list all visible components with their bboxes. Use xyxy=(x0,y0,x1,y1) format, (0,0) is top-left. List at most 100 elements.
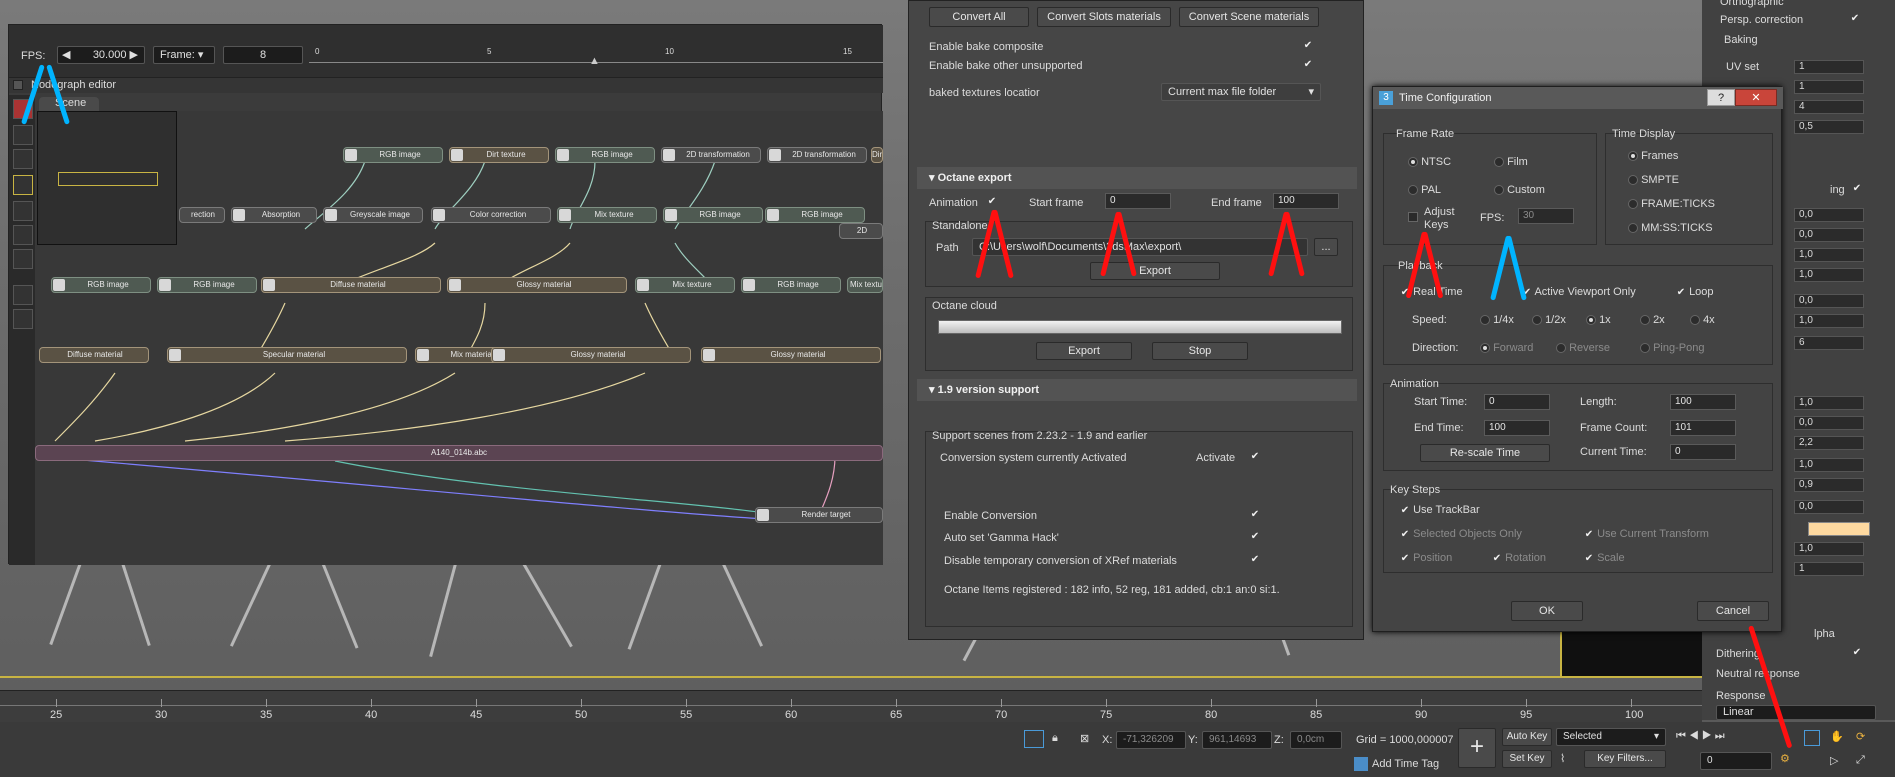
key-filters-button[interactable]: Key Filters... xyxy=(1584,750,1666,768)
abc-node[interactable]: A140_014b.abc xyxy=(35,445,883,461)
x-coord-input[interactable]: -71,326209 xyxy=(1116,731,1186,749)
playback-controls[interactable]: ⏮ ◀ ▶ ⏭ xyxy=(1676,730,1725,743)
sel-objects-checkbox[interactable]: ✔ Selected Objects Only xyxy=(1400,528,1522,540)
node[interactable]: RGB image xyxy=(741,277,841,293)
loop-checkbox[interactable]: ✔ Loop xyxy=(1676,286,1714,298)
value-spinner[interactable]: 1 xyxy=(1794,80,1864,94)
panel-checkbox[interactable]: ✔ xyxy=(1852,184,1862,194)
speed-radio[interactable]: 1/4x xyxy=(1480,314,1514,326)
bake-other-checkbox[interactable]: ✔ xyxy=(1303,60,1313,70)
dithering-checkbox[interactable]: ✔ xyxy=(1852,648,1862,658)
z-coord-input[interactable]: 0,0cm xyxy=(1290,731,1342,749)
key-mode-icon[interactable]: ⌇ xyxy=(1560,752,1565,765)
value-spinner[interactable]: 1,0 xyxy=(1794,396,1864,410)
rotation-checkbox[interactable]: ✔ Rotation xyxy=(1492,552,1546,564)
node[interactable]: RGB image xyxy=(663,207,763,223)
maximize-icon[interactable]: ⤢ xyxy=(1856,754,1865,767)
node[interactable]: RGB image xyxy=(157,277,257,293)
end-frame-spinner[interactable]: 100 xyxy=(1273,193,1339,209)
node[interactable]: Color correction xyxy=(431,207,551,223)
end-time-spinner[interactable]: 100 xyxy=(1484,420,1550,436)
uv-set-spinner[interactable]: 1 xyxy=(1794,60,1864,74)
frame-ruler[interactable]: 0 5 10 15 ▲ xyxy=(309,47,883,67)
browse-button[interactable]: ... xyxy=(1314,238,1338,256)
fps-spinner[interactable]: ◀ 30.000 ▶ xyxy=(57,46,145,64)
zoom-icon[interactable] xyxy=(1804,730,1820,746)
node[interactable]: Glossy material xyxy=(447,277,627,293)
value-spinner[interactable]: 0,0 xyxy=(1794,294,1864,308)
fps-spinner[interactable]: 30 xyxy=(1518,208,1574,224)
value-spinner[interactable]: 0,0 xyxy=(1794,208,1864,222)
node[interactable]: RGB image xyxy=(51,277,151,293)
node[interactable]: RGB image xyxy=(343,147,443,163)
auto-gamma-checkbox[interactable]: ✔ xyxy=(1250,532,1260,542)
position-checkbox[interactable]: ✔ Position xyxy=(1400,552,1452,564)
tool-icon[interactable] xyxy=(13,149,33,169)
ok-button[interactable]: OK xyxy=(1511,601,1583,621)
y-coord-input[interactable]: 961,14693 xyxy=(1202,731,1272,749)
value-spinner[interactable]: 1 xyxy=(1794,562,1864,576)
selected-dropdown[interactable]: Selected ▾ xyxy=(1556,728,1666,746)
frame-count-spinner[interactable]: 101 xyxy=(1670,420,1736,436)
pal-radio[interactable]: PAL xyxy=(1408,184,1441,196)
value-spinner[interactable]: 0,0 xyxy=(1794,500,1864,514)
orbit-icon[interactable]: ⟳ xyxy=(1856,730,1865,743)
time-config-icon[interactable]: ⚙ xyxy=(1780,752,1790,765)
value-spinner[interactable]: 1,0 xyxy=(1794,542,1864,556)
path-input[interactable]: C:\Users\wolf\Documents\3dsMax\export\ xyxy=(972,238,1308,256)
add-time-tag-button[interactable]: Add Time Tag xyxy=(1372,758,1439,770)
node[interactable]: Specular material xyxy=(167,347,407,363)
cancel-button[interactable]: Cancel xyxy=(1697,601,1769,621)
tab-scene[interactable]: Scene xyxy=(39,97,99,111)
activate-checkbox[interactable]: ✔ xyxy=(1250,452,1260,462)
dialog-titlebar[interactable]: 3 Time Configuration ? ✕ xyxy=(1373,87,1783,109)
spin-right-icon[interactable]: ▶ xyxy=(130,49,138,61)
node[interactable]: Glossy material xyxy=(491,347,691,363)
value-spinner[interactable]: 0,5 xyxy=(1794,120,1864,134)
value-spinner[interactable]: 0,0 xyxy=(1794,416,1864,430)
convert-slots-button[interactable]: Convert Slots materials xyxy=(1037,7,1171,27)
use-trackbar-checkbox[interactable]: ✔ Use TrackBar xyxy=(1400,504,1480,516)
render-target-node[interactable]: Render target xyxy=(755,507,883,523)
disable-xref-checkbox[interactable]: ✔ xyxy=(1250,555,1260,565)
grid-icon[interactable] xyxy=(13,309,33,329)
adjust-keys-checkbox[interactable] xyxy=(1408,212,1418,222)
value-spinner[interactable]: 2,2 xyxy=(1794,436,1864,450)
selection-lock-icon[interactable] xyxy=(1024,730,1044,748)
node[interactable]: Dirt texture xyxy=(449,147,549,163)
set-key-button[interactable]: Set Key xyxy=(1502,750,1552,768)
rescale-time-button[interactable]: Re-scale Time xyxy=(1420,444,1550,462)
v19-support-header[interactable]: ▾ 1.9 version support xyxy=(917,379,1357,401)
frame-dropdown[interactable]: Frame: ▾ xyxy=(153,46,215,64)
scale-checkbox[interactable]: ✔ Scale xyxy=(1584,552,1625,564)
node[interactable]: Diffuse material xyxy=(261,277,441,293)
current-frame-input[interactable]: 0 xyxy=(1700,752,1772,770)
start-frame-spinner[interactable]: 0 xyxy=(1105,193,1171,209)
close-button[interactable]: ✕ xyxy=(1735,89,1777,106)
node[interactable]: rection xyxy=(179,207,225,223)
value-spinner[interactable]: 4 xyxy=(1794,100,1864,114)
direction-radio[interactable]: Forward xyxy=(1480,342,1533,354)
node[interactable]: Mix textu xyxy=(847,277,883,293)
node[interactable]: Greyscale image xyxy=(323,207,423,223)
tool-icon[interactable] xyxy=(13,175,33,195)
help-button[interactable]: ? xyxy=(1707,89,1735,106)
animation-checkbox[interactable]: ✔ xyxy=(987,197,997,207)
absolute-mode-icon[interactable]: ⊠ xyxy=(1080,732,1089,745)
node[interactable]: 2D transformation xyxy=(661,147,761,163)
lock-icon[interactable]: 🔒︎ xyxy=(1052,732,1058,745)
speed-radio[interactable]: 4x xyxy=(1690,314,1715,326)
convert-all-button[interactable]: Convert All xyxy=(929,7,1029,27)
ntsc-radio[interactable]: NTSC xyxy=(1408,156,1451,168)
baked-location-dropdown[interactable]: Current max file folder ▾ xyxy=(1161,83,1321,101)
frame-input[interactable]: 8 xyxy=(223,46,303,64)
node[interactable]: RGB image xyxy=(765,207,865,223)
speed-radio[interactable]: 1x xyxy=(1586,314,1611,326)
smpte-radio[interactable]: SMPTE xyxy=(1628,174,1679,186)
value-spinner[interactable]: 1,0 xyxy=(1794,248,1864,262)
timeline[interactable]: 25 30 35 40 45 50 55 60 65 70 75 80 85 90 95 100 xyxy=(0,690,1702,722)
frames-radio[interactable]: Frames xyxy=(1628,150,1678,162)
current-time-spinner[interactable]: 0 xyxy=(1670,444,1736,460)
direction-radio[interactable]: Reverse xyxy=(1556,342,1610,354)
value-spinner[interactable]: 6 xyxy=(1794,336,1864,350)
